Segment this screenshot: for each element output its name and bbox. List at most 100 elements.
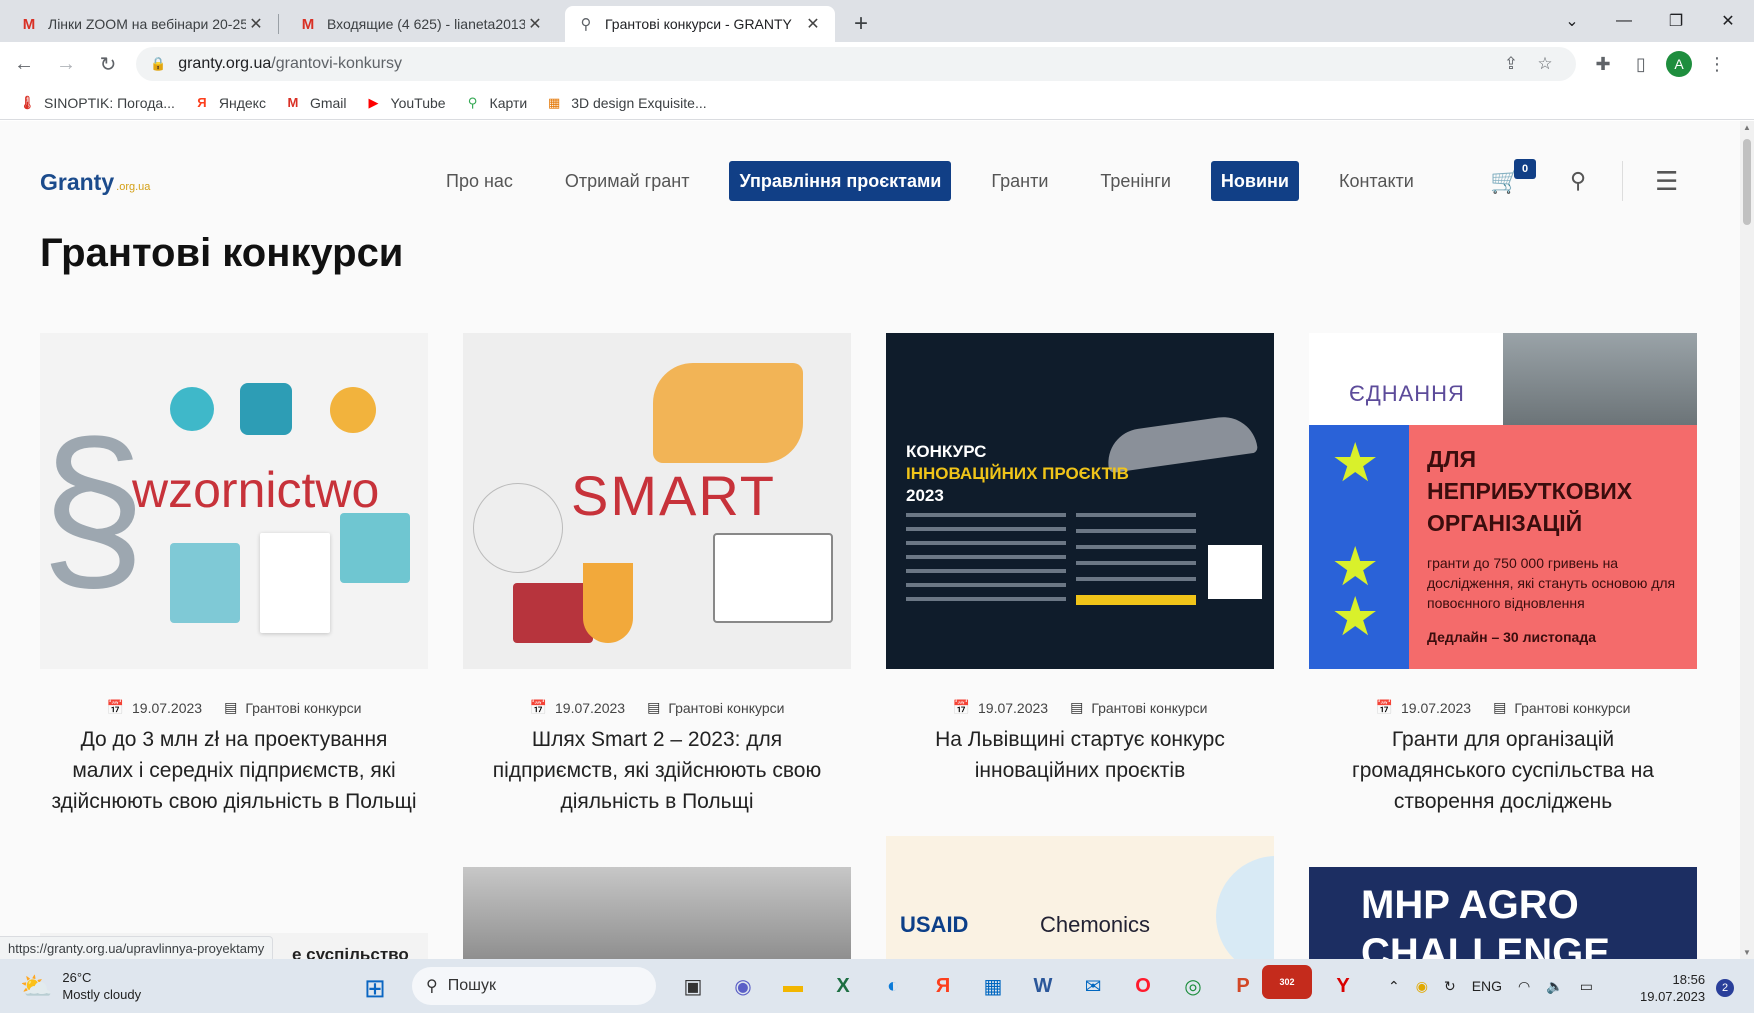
search-icon[interactable]: ⚲ bbox=[1570, 168, 1586, 194]
menu-item-trainings[interactable]: Тренінги bbox=[1074, 161, 1197, 201]
close-tab-icon[interactable]: ✕ bbox=[246, 14, 266, 34]
cart-count-badge: 0 bbox=[1514, 158, 1536, 179]
wifi-icon[interactable]: ◠ bbox=[1518, 978, 1530, 995]
chemonics-logo: Chemonics bbox=[1040, 912, 1151, 937]
minimize-button[interactable]: — bbox=[1598, 0, 1650, 42]
word-icon[interactable]: W bbox=[1018, 969, 1068, 1003]
post-image[interactable]: USAID Chemonics bbox=[886, 836, 1274, 959]
powerpoint-icon[interactable]: P bbox=[1218, 969, 1268, 1003]
sync-icon[interactable]: ↻ bbox=[1444, 978, 1456, 995]
chevron-up-icon[interactable]: ⌃ bbox=[1388, 978, 1400, 995]
post-title[interactable]: До до 3 млн zł на проектування малих і с… bbox=[40, 724, 428, 817]
site-logo[interactable]: Granty .org.ua bbox=[40, 169, 150, 196]
bookmark-3d-design[interactable]: ▦ 3D design Exquisite... bbox=[545, 94, 707, 112]
avatar[interactable]: A bbox=[1666, 51, 1692, 77]
menu-item-contacts[interactable]: Контакти bbox=[1313, 161, 1440, 201]
yandex-icon[interactable]: Y bbox=[1318, 969, 1368, 1003]
calendar-icon: 📅 bbox=[529, 699, 547, 715]
menu-item-project-management[interactable]: Управління проєктами bbox=[729, 161, 952, 201]
file-explorer-icon[interactable]: ▬ bbox=[768, 969, 818, 1003]
post-image[interactable]: § wzornictwo bbox=[40, 333, 428, 669]
bookmark-gmail[interactable]: M Gmail bbox=[284, 94, 347, 112]
post-category[interactable]: Грантові конкурси bbox=[1514, 700, 1630, 716]
page-title: Грантові конкурси bbox=[40, 231, 404, 275]
back-button[interactable]: ← bbox=[6, 46, 42, 82]
bookmark-sinoptik[interactable]: 🌡 SINOPTIK: Погода... bbox=[18, 94, 175, 112]
kebab-menu-icon[interactable]: ⋮ bbox=[1698, 54, 1736, 75]
site-header: Granty .org.ua Про нас Отримай грант Упра… bbox=[0, 121, 1740, 241]
post-image[interactable] bbox=[463, 867, 851, 959]
post-image[interactable]: ЄДНАННЯ ★ ★ ★ ДЛЯ НЕПРИБУТКОВИХ ОРГАНІЗАЦІ… bbox=[1309, 333, 1697, 669]
photo-graphic bbox=[1503, 333, 1697, 425]
cart-icon[interactable]: 🛒 0 bbox=[1490, 158, 1536, 196]
post-image[interactable]: SMART bbox=[463, 333, 851, 669]
tab-granty[interactable]: ⚲ Грантові конкурси - GRANTY ✕ bbox=[565, 6, 835, 42]
bookmark-youtube[interactable]: ▶ YouTube bbox=[365, 94, 446, 112]
edge-icon[interactable]: ◐ bbox=[868, 969, 918, 1003]
notification-count-badge[interactable]: 2 bbox=[1716, 979, 1734, 997]
divider bbox=[1622, 161, 1624, 201]
weather-widget[interactable]: ⛅ 26°C Mostly cloudy bbox=[20, 969, 141, 1003]
menu-item-about[interactable]: Про нас bbox=[420, 161, 539, 201]
extensions-icon[interactable]: ✚ bbox=[1584, 54, 1622, 75]
scroll-down-icon[interactable]: ▼ bbox=[1740, 948, 1754, 957]
menu-item-get-grant[interactable]: Отримай грант bbox=[539, 161, 716, 201]
post-title[interactable]: Гранти для організацій громадянського су… bbox=[1309, 724, 1697, 817]
taskbar-search[interactable]: ⚲ Пошук bbox=[412, 967, 656, 1005]
reload-button[interactable]: ↻ bbox=[90, 46, 126, 82]
post-title[interactable]: Шлях Smart 2 – 2023: для підприємств, як… bbox=[463, 724, 851, 817]
decorative-graphic bbox=[240, 383, 292, 435]
grid-icon: ▦ bbox=[548, 94, 561, 110]
restore-button[interactable]: ❐ bbox=[1650, 0, 1702, 42]
folder-icon: ▤ bbox=[1493, 699, 1507, 715]
tray-app-icon[interactable]: ◉ bbox=[1416, 978, 1428, 995]
chat-icon[interactable]: ◉ bbox=[718, 969, 768, 1003]
opera-icon[interactable]: O bbox=[1118, 969, 1168, 1003]
decorative-graphic bbox=[340, 513, 410, 583]
chrome-icon[interactable]: ◎ bbox=[1168, 969, 1218, 1003]
post-category[interactable]: Грантові конкурси bbox=[1091, 700, 1207, 716]
url-text[interactable]: granty.org.ua/grantovi-konkursy bbox=[178, 55, 1494, 73]
scroll-up-icon[interactable]: ▲ bbox=[1740, 123, 1754, 132]
mail-icon[interactable]: ✉ bbox=[1068, 969, 1118, 1003]
bookmark-yandex[interactable]: Я Яндекс bbox=[193, 94, 266, 112]
new-tab-button[interactable]: + bbox=[843, 6, 879, 42]
lock-icon[interactable]: 🔒 bbox=[150, 56, 166, 72]
address-bar[interactable]: 🔒 granty.org.ua/grantovi-konkursy ⇪ ☆ bbox=[136, 47, 1576, 81]
viber-icon[interactable]: ☏302 bbox=[1262, 965, 1318, 1003]
excel-icon[interactable]: X bbox=[818, 969, 868, 1003]
task-view-icon[interactable]: ▣ bbox=[668, 969, 718, 1003]
yandex-browser-icon[interactable]: Я bbox=[918, 969, 968, 1003]
star-icon[interactable]: ☆ bbox=[1528, 54, 1562, 74]
side-panel-icon[interactable]: ▯ bbox=[1622, 54, 1660, 75]
bookmark-maps[interactable]: ⚲ Карти bbox=[464, 94, 527, 112]
post-card: КОНКУРС ІННОВАЦІЙНИХ ПРОЄКТІВ 2023 📅 19.07.… bbox=[886, 333, 1274, 786]
post-image[interactable]: КОНКУРС ІННОВАЦІЙНИХ ПРОЄКТІВ 2023 bbox=[886, 333, 1274, 669]
forward-button[interactable]: → bbox=[48, 46, 84, 82]
post-title[interactable]: На Львівщині стартує конкурс інноваційни… bbox=[886, 724, 1274, 786]
post-image[interactable]: MHP AGRO CHALLENGE bbox=[1309, 867, 1697, 959]
post-category[interactable]: Грантові конкурси bbox=[668, 700, 784, 716]
taskbar-clock[interactable]: 18:56 19.07.2023 bbox=[1640, 971, 1705, 1005]
language-indicator[interactable]: ENG bbox=[1472, 978, 1502, 994]
windows-start-icon[interactable]: ⊞ bbox=[364, 973, 386, 1004]
post-category[interactable]: Грантові конкурси bbox=[245, 700, 361, 716]
menu-item-grants[interactable]: Гранти bbox=[965, 161, 1074, 201]
tab-zoom-links[interactable]: M Лінки ZOOM на вебінари 20-25 ✕ bbox=[8, 6, 278, 42]
tab-inbox[interactable]: M Входящие (4 625) - lianeta2013@ ✕ bbox=[287, 6, 557, 42]
hamburger-menu-icon[interactable]: ☰ bbox=[1655, 166, 1678, 197]
close-window-button[interactable]: ✕ bbox=[1702, 0, 1754, 42]
menu-item-news[interactable]: Новини bbox=[1210, 161, 1299, 201]
decorative-graphic bbox=[713, 533, 833, 623]
tab-search-icon[interactable]: ⌄ bbox=[1546, 0, 1598, 42]
post-card: SMART 📅 19.07.2023 ▤ Грантові конкурси Шля… bbox=[463, 333, 851, 817]
volume-icon[interactable]: 🔈 bbox=[1546, 978, 1563, 995]
share-icon[interactable]: ⇪ bbox=[1494, 54, 1528, 74]
close-tab-icon[interactable]: ✕ bbox=[803, 14, 823, 34]
close-tab-icon[interactable]: ✕ bbox=[525, 14, 545, 34]
scrollbar-thumb[interactable] bbox=[1743, 139, 1751, 225]
page-scrollbar[interactable]: ▲ ▼ bbox=[1740, 121, 1754, 959]
tab-title: Входящие (4 625) - lianeta2013@ bbox=[327, 16, 525, 32]
battery-icon[interactable]: ▭ bbox=[1580, 978, 1593, 995]
store-icon[interactable]: ▦ bbox=[968, 969, 1018, 1003]
